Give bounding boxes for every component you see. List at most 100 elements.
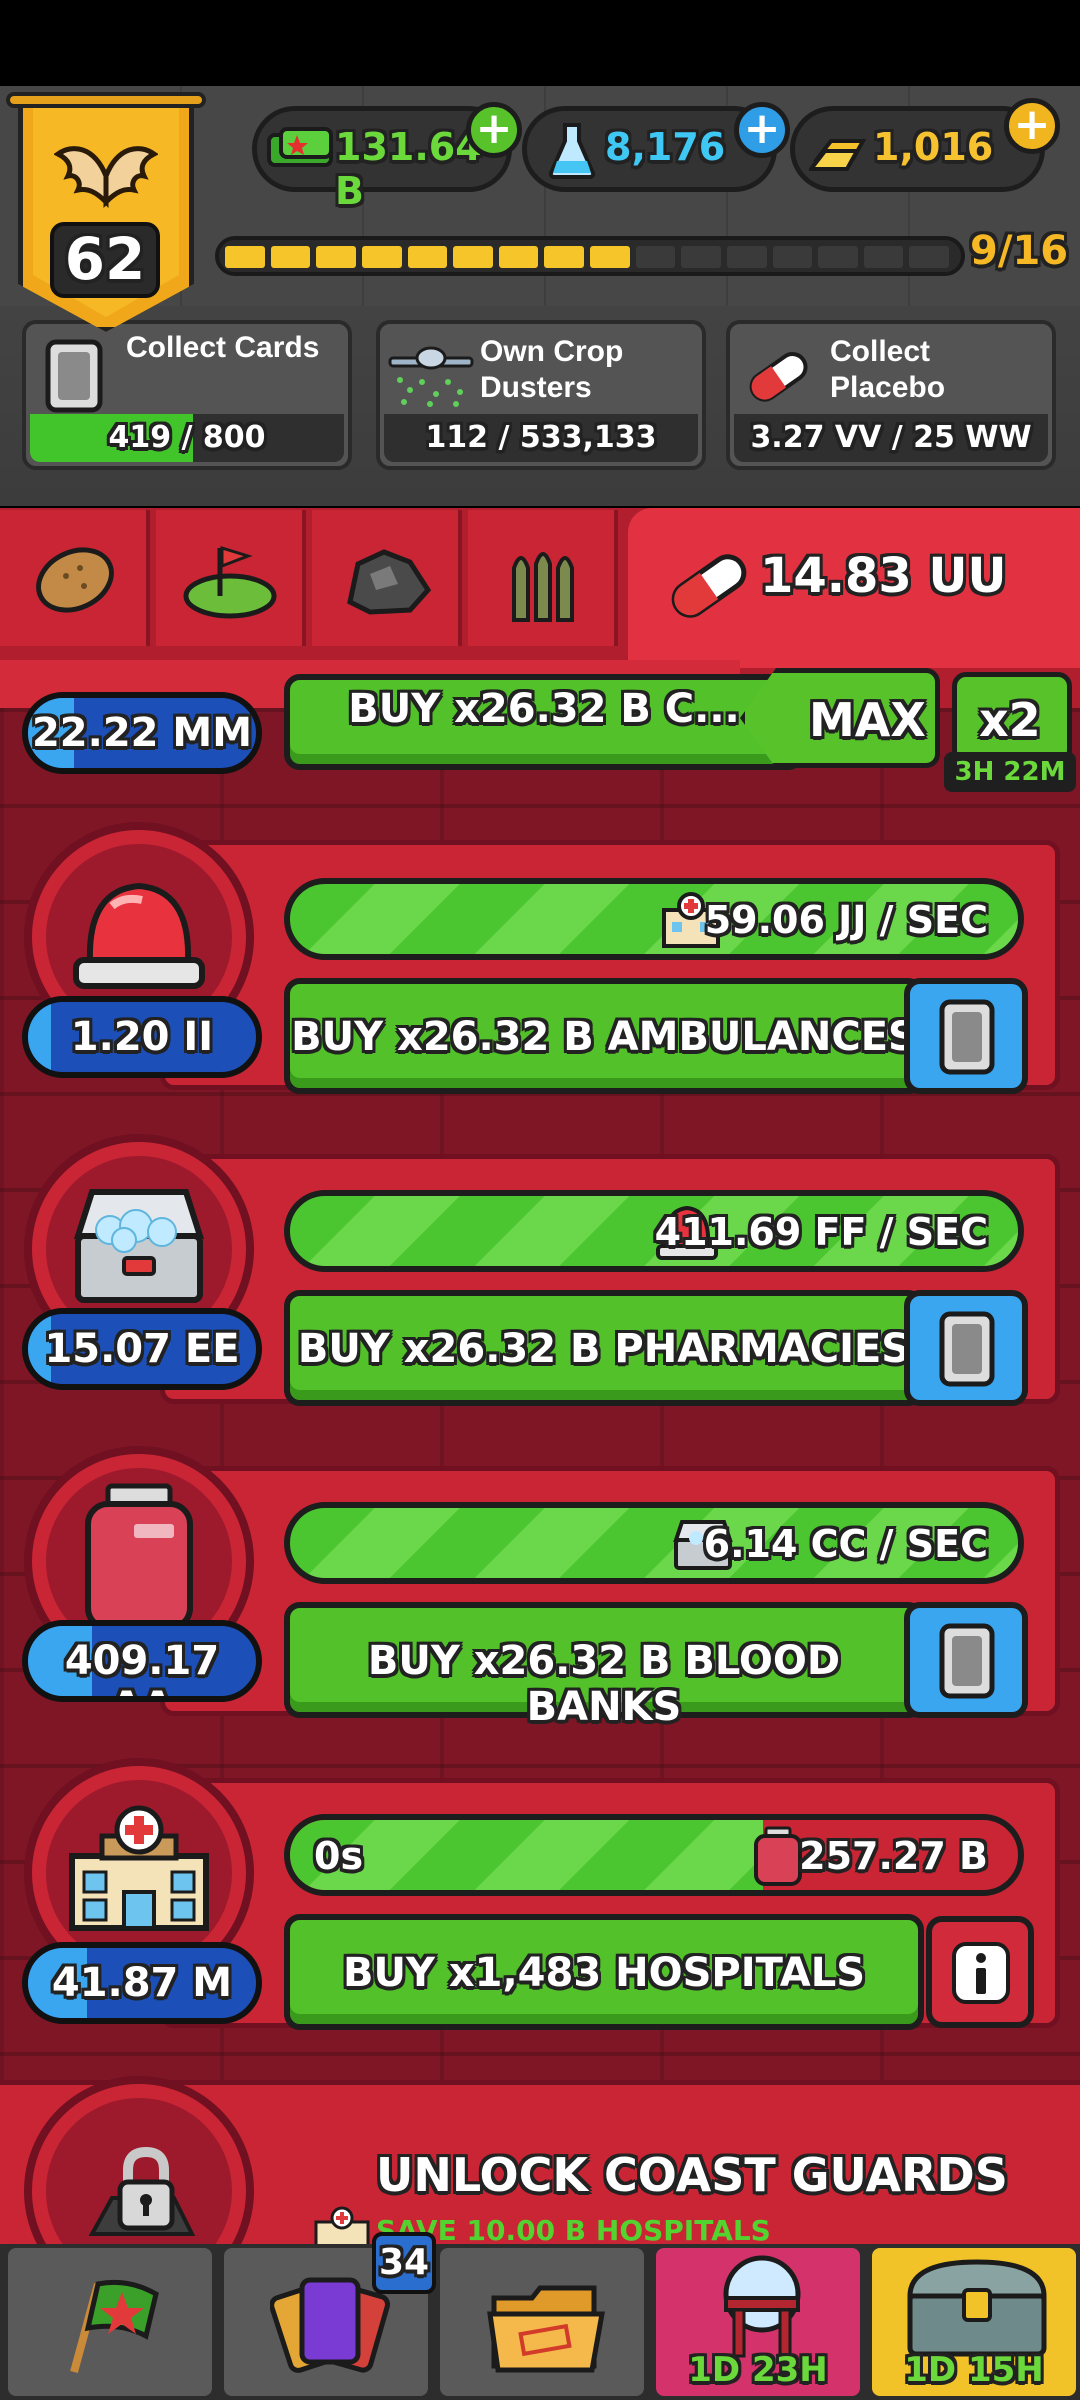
card-upgrade-icon <box>939 999 995 1075</box>
xp-segment-empty <box>681 246 721 268</box>
tab-placebo[interactable]: 14.83 UU <box>628 508 1080 668</box>
xp-count: 9/16 <box>970 228 1069 274</box>
xp-segment-filled <box>498 246 539 268</box>
tab-land[interactable] <box>156 510 306 646</box>
prev-row-count-value: 22.22 MM <box>31 710 253 756</box>
bottom-nav: 1D 23H 1D 15H <box>0 2244 1080 2400</box>
tab-ore[interactable] <box>312 510 462 646</box>
nav-missions[interactable] <box>436 2244 648 2400</box>
multiplier-button[interactable]: x2 <box>952 672 1072 764</box>
gold-value: 1,016 <box>873 125 994 169</box>
task-progress-bar: 3.27 VV / 25 WW <box>734 414 1048 462</box>
hospital-count: 41.87 M <box>22 1942 262 2024</box>
multiplier-timer: 3H 22M <box>944 752 1076 792</box>
buy-blood-banks-label: BUY x26.32 B BLOOD BANKS <box>367 1638 841 1730</box>
cash-icon <box>267 127 333 167</box>
task-label: Own Crop Dusters <box>480 335 624 404</box>
prev-row-buy-button[interactable]: BUY x26.32 B C... <box>284 674 804 770</box>
unlock-title: UNLOCK COAST GUARDS <box>376 2148 1008 2202</box>
task-own-crop-dusters[interactable]: Own Crop Dusters 112 / 533,133 <box>376 320 706 470</box>
task-collect-cards[interactable]: Collect Cards 419 / 800 <box>22 320 352 470</box>
nav-chests[interactable]: 1D 15H <box>868 2244 1080 2400</box>
gold-bars-icon <box>809 139 867 171</box>
task-collect-placebo[interactable]: Collect Placebo 3.27 VV / 25 WW <box>726 320 1056 470</box>
padlock-icon <box>88 2146 196 2236</box>
hospital-cost: 257.27 B <box>799 1834 988 1878</box>
task-progress-bar: 112 / 533,133 <box>384 414 698 462</box>
add-cash-button[interactable]: + <box>466 102 522 158</box>
placebo-pill-icon <box>749 352 808 402</box>
bullets-icon <box>512 552 574 622</box>
pharmacy-count: 15.07 EE <box>22 1308 262 1390</box>
max-label: MAX <box>809 693 926 747</box>
buy-ambulances-button[interactable]: BUY x26.32 B AMBULANCES <box>284 978 924 1094</box>
blood-bank-count-value: 409.17 AA <box>64 1638 220 1696</box>
nav-event[interactable]: 1D 23H <box>652 2244 864 2400</box>
prev-row-count: 22.22 MM <box>22 692 262 774</box>
card-icon <box>45 339 103 413</box>
xp-segment-filled <box>453 246 493 268</box>
info-icon <box>952 1942 1010 2004</box>
multiplier-label: x2 <box>979 693 1041 747</box>
task-progress-bar: 419 / 800 <box>30 414 344 462</box>
buy-blood-banks-button[interactable]: BUY x26.32 B BLOOD BANKS <box>284 1602 924 1730</box>
buy-hospitals-button[interactable]: BUY x1,483 HOSPITALS <box>284 1914 924 2030</box>
xp-segment-filled <box>361 246 402 268</box>
nav-territory[interactable] <box>4 2244 216 2400</box>
buy-hospitals-label: BUY x1,483 HOSPITALS <box>342 1950 866 1996</box>
hospital-info-button[interactable] <box>926 1916 1034 2028</box>
pharmacy-card-button[interactable] <box>904 1290 1028 1406</box>
hospital-timer: 0s <box>314 1834 364 1878</box>
blood-bag-icon <box>754 1826 802 1886</box>
card-upgrade-icon <box>939 1311 995 1387</box>
ambulance-rate-bar: 59.06 JJ / SEC <box>284 878 1024 960</box>
xp-segment-empty <box>818 246 858 268</box>
ambulance-card-button[interactable] <box>904 978 1028 1094</box>
buy-pharmacies-button[interactable]: BUY x26.32 B PHARMACIES <box>284 1290 924 1406</box>
game-screen: 131.64 B + 8,176 + 1,016 + 9/16 Collect … <box>0 0 1080 2400</box>
xp-segment-empty <box>635 246 676 268</box>
chest-timer: 1D 15H <box>904 2350 1044 2390</box>
event-timer: 1D 23H <box>688 2350 828 2390</box>
player-level: 62 <box>50 222 160 298</box>
tab-potato[interactable] <box>0 510 150 646</box>
task-progress: 419 / 800 <box>108 420 266 455</box>
medkit-box-icon <box>73 1189 205 1303</box>
blood-bank-card-button[interactable] <box>904 1602 1028 1718</box>
task-progress: 3.27 VV / 25 WW <box>750 420 1032 455</box>
xp-segment-empty <box>772 246 813 268</box>
ore-icon <box>347 549 432 615</box>
ambulance-count-value: 1.20 II <box>70 1014 214 1060</box>
xp-progress-bar <box>215 236 965 276</box>
placebo-amount: 14.83 UU <box>760 548 1007 604</box>
flag-land-icon <box>183 545 277 619</box>
rank-rod <box>6 92 206 108</box>
xp-segment-filled <box>407 246 448 268</box>
pill-icon <box>671 554 747 618</box>
xp-segment-filled <box>544 246 584 268</box>
blood-bank-count: 409.17 AA <box>22 1620 262 1702</box>
potato-icon <box>36 547 114 613</box>
pharmacy-rate: 411.69 FF / SEC <box>654 1210 988 1254</box>
pharmacy-rate-bar: 411.69 FF / SEC <box>284 1190 1024 1272</box>
star-flag-icon <box>70 2279 159 2374</box>
cards-badge: 34 <box>372 2232 436 2294</box>
add-research-button[interactable]: + <box>734 102 790 158</box>
xp-segment-filled <box>590 246 630 268</box>
add-gold-button[interactable]: + <box>1004 98 1060 154</box>
treasure-chest-icon <box>907 2259 1047 2357</box>
tab-ammo[interactable] <box>468 510 618 646</box>
blood-bag-icon <box>85 1483 193 1631</box>
folder-icon <box>487 2285 605 2373</box>
blood-bank-rate: 6.14 CC / SEC <box>703 1522 988 1566</box>
crop-duster-icon <box>388 346 474 407</box>
xp-segment-empty <box>726 246 767 268</box>
buy-pharmacies-label: BUY x26.32 B PHARMACIES <box>297 1326 911 1372</box>
max-button[interactable]: MAX <box>740 668 940 768</box>
buy-ambulances-label: BUY x26.32 B AMBULANCES <box>291 1014 917 1060</box>
task-label: Collect Placebo <box>830 335 946 404</box>
shrine-event-icon <box>723 2255 801 2358</box>
card-upgrade-icon <box>939 1623 995 1699</box>
wings-icon <box>54 146 158 209</box>
hospital-icon <box>69 1805 209 1931</box>
